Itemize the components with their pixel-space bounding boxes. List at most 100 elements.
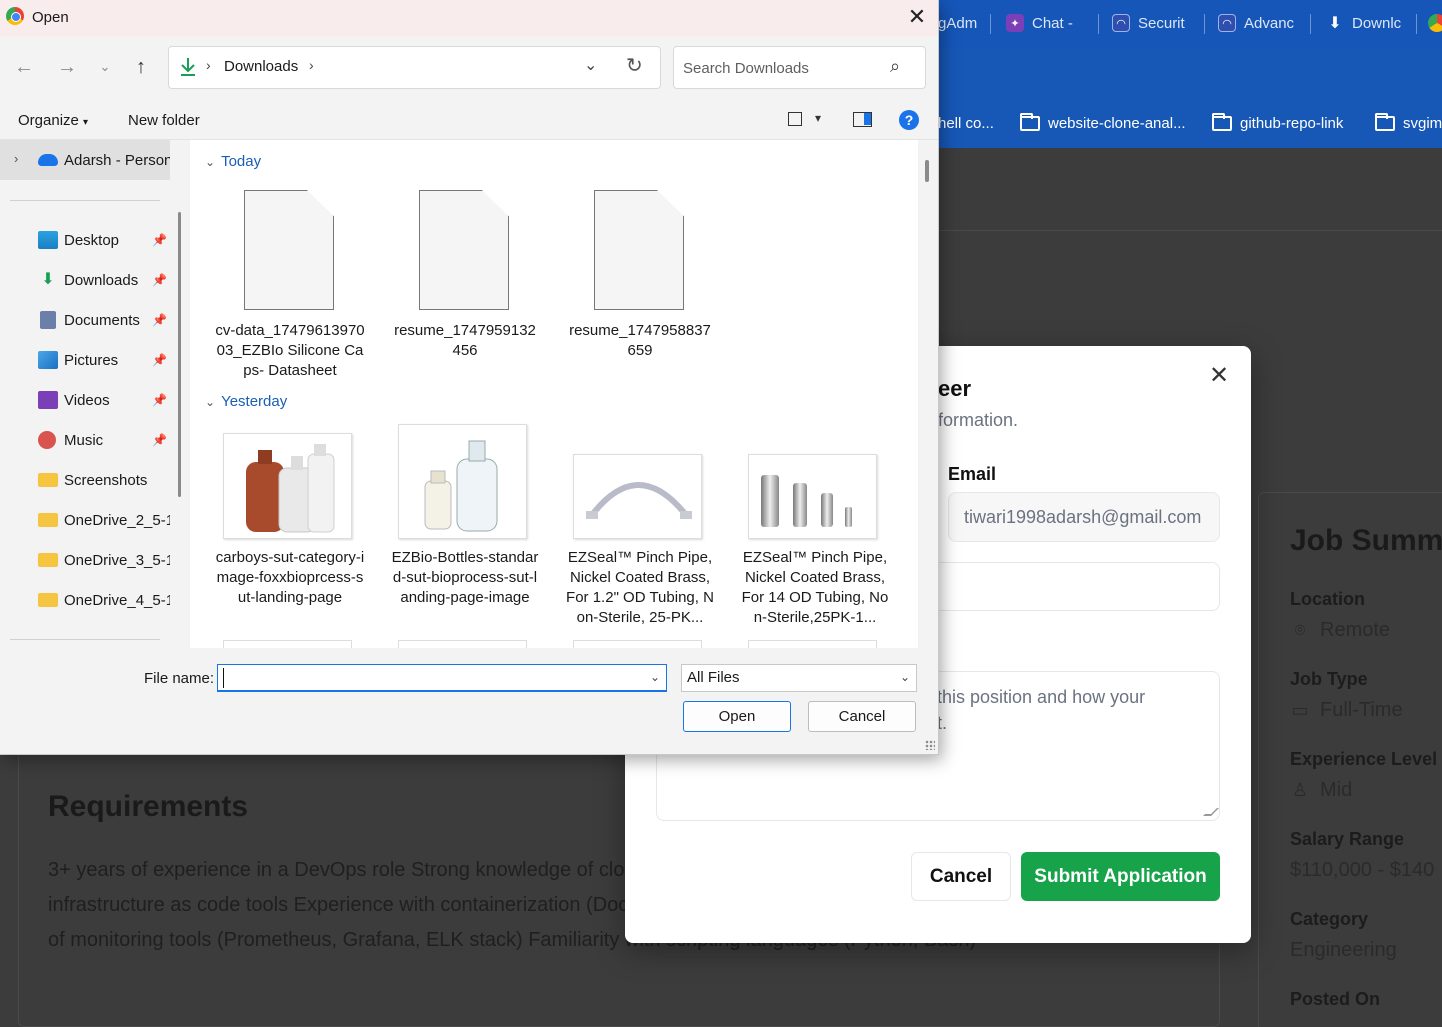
open-button[interactable]: Open xyxy=(683,701,791,732)
new-folder-button[interactable]: New folder xyxy=(128,112,200,129)
sidebar-item-onedrive-4[interactable]: OneDrive_4_5-1! xyxy=(38,589,170,611)
filename-input[interactable] xyxy=(217,664,667,692)
text-field[interactable] xyxy=(938,562,1220,611)
view-icon[interactable] xyxy=(788,112,802,126)
cancel-button[interactable]: Cancel xyxy=(808,701,916,732)
dialog-titlebar[interactable] xyxy=(0,0,938,36)
file-name[interactable]: EZSeal™ Pinch Pipe, Nickel Coated Brass,… xyxy=(740,548,890,628)
pin-icon[interactable]: 📌 xyxy=(152,433,167,447)
sidebar-item-onedrive-label[interactable]: Adarsh - Persona xyxy=(38,149,170,171)
bookmark-item[interactable]: website-clone-anal... xyxy=(1020,112,1186,134)
bookmark-item[interactable]: github-repo-link xyxy=(1212,112,1343,134)
sidebar-item-onedrive-2[interactable]: OneDrive_2_5-1! xyxy=(38,509,170,531)
category-label: Category xyxy=(1290,909,1369,929)
blank-file-icon[interactable] xyxy=(244,190,334,310)
posted-label: Posted On xyxy=(1290,989,1381,1009)
pin-icon[interactable]: 📌 xyxy=(152,313,167,327)
email-field[interactable]: tiwari1998adarsh@gmail.com xyxy=(948,492,1220,542)
group-header-yesterday[interactable]: ⌄ Yesterday xyxy=(205,393,287,410)
back-arrow-icon[interactable]: ← xyxy=(12,55,36,79)
cancel-button[interactable]: Cancel xyxy=(911,852,1011,901)
resize-grip-icon[interactable] xyxy=(925,740,935,750)
pictures-icon xyxy=(38,351,58,369)
pin-icon[interactable]: 📌 xyxy=(152,393,167,407)
sidebar-item-pictures[interactable]: Pictures xyxy=(38,349,170,371)
image-thumbnail[interactable] xyxy=(748,640,877,648)
refresh-icon[interactable]: ↻ xyxy=(626,53,643,78)
sidebar-item-desktop[interactable]: Desktop xyxy=(38,229,170,251)
browser-tab[interactable]: gAdm xyxy=(938,8,984,38)
nav-scrollbar[interactable] xyxy=(178,212,181,497)
pinch-pipe-set-image xyxy=(761,475,852,527)
help-icon[interactable]: ? xyxy=(899,110,919,130)
chevron-down-icon: ⌄ xyxy=(205,154,216,169)
submit-application-button[interactable]: Submit Application xyxy=(1021,852,1220,901)
up-arrow-icon[interactable]: ↑ xyxy=(129,55,153,79)
image-thumbnail[interactable] xyxy=(748,454,877,539)
chevron-right-icon[interactable]: › xyxy=(14,151,18,166)
chevron-down-icon[interactable]: ⌄ xyxy=(900,670,910,684)
pin-icon[interactable]: 📌 xyxy=(152,353,167,367)
browser-tab[interactable]: ◠ Securit xyxy=(1112,8,1192,38)
pin-icon[interactable]: 📌 xyxy=(152,233,167,247)
download-icon: ⬇ xyxy=(1328,15,1342,32)
sidebar-item-music[interactable]: Music xyxy=(38,429,170,451)
sidebar-item-screenshots[interactable]: Screenshots xyxy=(38,469,170,491)
file-name[interactable]: EZSeal™ Pinch Pipe, Nickel Coated Brass,… xyxy=(565,548,715,628)
group-header-today[interactable]: ⌄ Today xyxy=(205,153,261,170)
image-thumbnail[interactable] xyxy=(398,640,527,648)
resize-grip-icon[interactable] xyxy=(1203,808,1219,816)
experience-label: Experience Level xyxy=(1290,749,1438,769)
recent-chevron-icon[interactable]: ⌄ xyxy=(93,55,117,79)
pinch-pipe-image xyxy=(586,482,692,519)
breadcrumb-downloads[interactable]: Downloads xyxy=(224,58,298,75)
file-name[interactable]: EZBio-Bottles-standard-sut-bioprocess-su… xyxy=(390,548,540,608)
chevron-down-icon[interactable]: ⌄ xyxy=(584,55,597,75)
browser-tab[interactable]: ✦ Chat - xyxy=(1006,8,1086,38)
file-name[interactable]: resume_1747958837659 xyxy=(565,321,715,361)
organize-button[interactable]: Organize ▾ xyxy=(18,112,88,129)
sidebar-item-onedrive-3[interactable]: OneDrive_3_5-1! xyxy=(38,549,170,571)
content-scrollbar[interactable] xyxy=(925,160,929,182)
image-thumbnail[interactable] xyxy=(398,424,527,539)
sidebar-item-label: OneDrive_3_5-1! xyxy=(64,551,170,569)
pin-icon[interactable]: 📌 xyxy=(152,273,167,287)
chrome-icon xyxy=(6,7,24,25)
breadcrumb-separator-icon[interactable]: › xyxy=(309,57,314,73)
browser-tab[interactable]: ⬇ Downlc xyxy=(1326,8,1406,38)
caret-down-icon[interactable]: ▾ xyxy=(815,111,821,125)
browser-tab[interactable]: ◠ Advanc xyxy=(1218,8,1298,38)
close-icon[interactable]: ✕ xyxy=(904,4,930,30)
music-icon xyxy=(38,431,56,449)
search-icon[interactable]: ⌕ xyxy=(890,56,900,77)
sidebar-item-documents[interactable]: Documents xyxy=(38,309,170,331)
preview-pane-icon[interactable] xyxy=(853,112,872,127)
blank-file-icon[interactable] xyxy=(419,190,509,310)
caret-down-icon: ▾ xyxy=(83,117,89,128)
forward-arrow-icon[interactable]: → xyxy=(55,55,79,79)
blank-file-icon[interactable] xyxy=(594,190,684,310)
image-thumbnail[interactable] xyxy=(223,433,352,539)
browser-tab[interactable] xyxy=(1428,8,1442,38)
job-summary-title: Job Summa xyxy=(1290,524,1442,557)
file-name[interactable]: carboys-sut-category-image-foxxbioprcess… xyxy=(215,548,365,608)
download-icon xyxy=(181,58,195,76)
close-icon[interactable]: ✕ xyxy=(1208,364,1230,388)
filetype-select[interactable]: All Files xyxy=(681,664,917,692)
cloud-icon xyxy=(38,154,58,166)
image-thumbnail[interactable] xyxy=(223,640,352,648)
sidebar-item-downloads[interactable]: ⬇ Downloads xyxy=(38,269,170,291)
file-name[interactable]: resume_1747959132456 xyxy=(390,321,540,361)
bookmark-item[interactable]: hell co... xyxy=(938,112,994,134)
chevron-down-icon[interactable]: ⌄ xyxy=(650,670,660,684)
folder-icon xyxy=(38,593,58,607)
file-name[interactable]: cv-data_1747961397003_EZBIo Silicone Cap… xyxy=(215,321,365,381)
image-thumbnail[interactable] xyxy=(573,454,702,539)
sidebar-item-videos[interactable]: Videos xyxy=(38,389,170,411)
cover-placeholder-line: this position and how your xyxy=(937,687,1146,707)
image-thumbnail[interactable] xyxy=(573,640,702,648)
bookmark-item[interactable]: svgim xyxy=(1375,112,1442,134)
bookmark-label: website-clone-anal... xyxy=(1048,114,1186,132)
folder-icon xyxy=(38,553,58,567)
location-label: Location xyxy=(1290,589,1365,609)
